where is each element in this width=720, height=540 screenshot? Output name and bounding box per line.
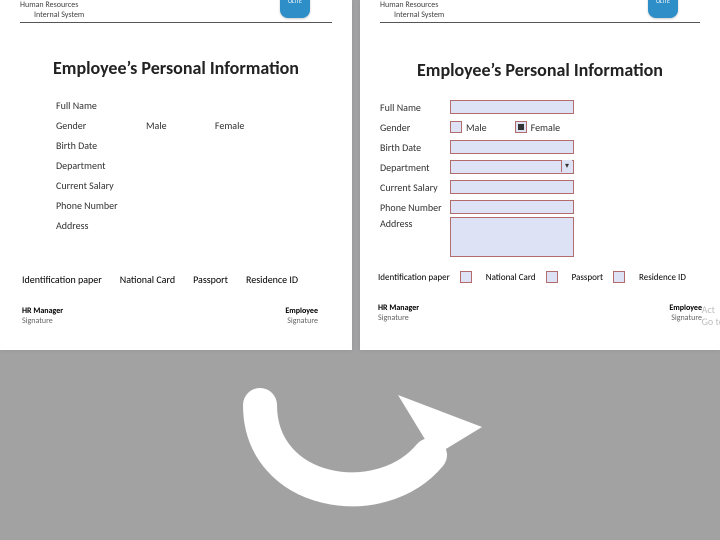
sig-emp-sub: Signature <box>285 316 318 326</box>
gender-male-text: Male <box>146 119 167 132</box>
sig-hr-sub: Signature <box>22 316 63 326</box>
idopt-residence-text: Residence ID <box>639 272 686 283</box>
page-title: Employee’s Personal Information <box>0 57 352 79</box>
brand-badge: OLITE <box>648 0 678 18</box>
idopt-national-text: National Card <box>486 272 536 283</box>
sig-emp-sub: Signature <box>669 313 702 323</box>
windows-watermark: Act Go to <box>702 304 720 328</box>
department-select[interactable] <box>450 160 574 174</box>
label-address: Address <box>56 219 146 232</box>
page-title: Employee’s Personal Information <box>360 59 720 81</box>
idopt-passport-text: Passport <box>572 272 603 283</box>
header-rule <box>380 22 700 23</box>
label-phone: Phone Number <box>380 201 450 214</box>
gender-female-text: Female <box>215 119 244 132</box>
form-page-plain: OLITE Human Resources Internal System Em… <box>0 0 352 350</box>
label-salary: Current Salary <box>56 179 146 192</box>
header-rule <box>20 22 332 23</box>
sig-emp-label: Employee <box>669 303 702 313</box>
fullname-input[interactable] <box>450 100 574 114</box>
label-fullname: Full Name <box>380 101 450 114</box>
phone-input[interactable] <box>450 200 574 214</box>
id-residence-checkbox[interactable] <box>613 271 625 283</box>
sig-hr-label: HR Manager <box>378 303 419 313</box>
label-birthdate: Birth Date <box>380 141 450 154</box>
sig-emp-label: Employee <box>285 306 318 316</box>
gender-male-text: Male <box>466 121 487 134</box>
form-page-interactive: OLITE Human Resources Internal System Em… <box>360 0 720 350</box>
transition-arrow-icon <box>0 350 720 540</box>
label-gender: Gender <box>380 121 450 134</box>
sig-hr-sub: Signature <box>378 313 419 323</box>
brand-badge: OLITE <box>280 0 310 18</box>
id-national-checkbox[interactable] <box>460 271 472 283</box>
label-department: Department <box>56 159 146 172</box>
idopt-residence-text: Residence ID <box>246 273 298 286</box>
sig-hr-label: HR Manager <box>22 306 63 316</box>
label-department: Department <box>380 161 450 174</box>
idopt-passport-text: Passport <box>193 273 228 286</box>
label-address: Address <box>380 217 450 230</box>
label-phone: Phone Number <box>56 199 146 212</box>
address-textarea[interactable] <box>450 217 574 257</box>
gender-male-radio[interactable] <box>450 121 462 133</box>
gender-female-text: Female <box>531 121 560 134</box>
salary-input[interactable] <box>450 180 574 194</box>
idopt-national-text: National Card <box>120 273 175 286</box>
label-fullname: Full Name <box>56 99 146 112</box>
id-passport-checkbox[interactable] <box>546 271 558 283</box>
label-idpaper: Identification paper <box>378 272 450 283</box>
birthdate-input[interactable] <box>450 140 574 154</box>
label-gender: Gender <box>56 119 146 132</box>
label-birthdate: Birth Date <box>56 139 146 152</box>
gender-female-radio[interactable] <box>515 121 527 133</box>
label-idpaper: Identification paper <box>22 273 102 286</box>
label-salary: Current Salary <box>380 181 450 194</box>
